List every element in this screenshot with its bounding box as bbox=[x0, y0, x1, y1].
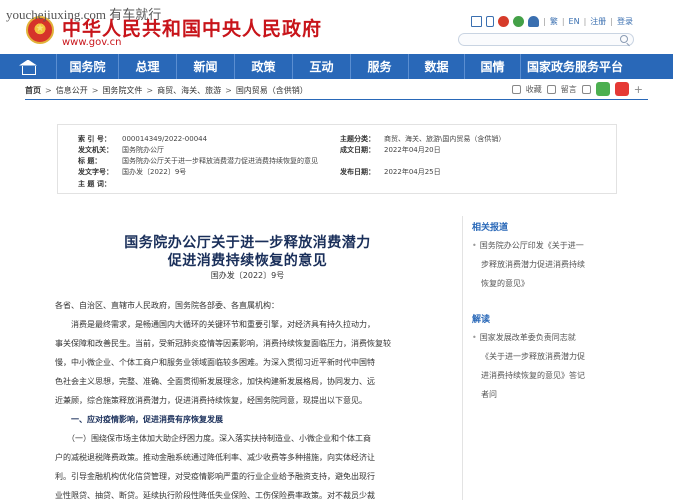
article-title-line-2: 促进消费持续恢复的意见 bbox=[167, 253, 328, 269]
article-line: 近兼顾，综合施策释放消费潜力，促进消费持续恢复，经国务院同意，现提出以下意见。 bbox=[55, 396, 367, 405]
article-docno: 国办发〔2022〕9号 bbox=[210, 271, 285, 280]
search-icon[interactable] bbox=[620, 35, 628, 43]
nav-item-policy[interactable]: 政策 bbox=[234, 54, 292, 79]
print-button[interactable]: 留言 bbox=[561, 84, 577, 95]
related-link[interactable]: • 国务院办公厅印发《关于进一 步释放消费潜力促进消费持续 恢复的意见》 bbox=[472, 236, 642, 293]
article-line: 事关保障和改善民生。当前，受新冠肺炎疫情等因素影响，消费持续恢复面临压力，消费恢… bbox=[55, 339, 391, 348]
title-value: 国务院办公厅关于进一步释放消费潜力促进消费持续恢复的意见 bbox=[122, 156, 318, 165]
docnum-value: 国办发〔2022〕9号 bbox=[122, 167, 187, 176]
interpret-link[interactable]: • 国家发展改革委负责同志就 《关于进一步释放消费潜力促 进消费持续恢复的意见》答… bbox=[472, 328, 642, 404]
sidebar-divider bbox=[462, 216, 463, 500]
related-heading: 相关报道 bbox=[472, 223, 509, 233]
article-line: 户的减税退税降费政策。推动金融系统通过降低利率、减少收费等多种措施，向实体经济让 bbox=[55, 453, 375, 462]
subject-value: 商贸、海关、旅游\国内贸易（含供销） bbox=[384, 134, 506, 143]
subject-label: 主题分类： bbox=[340, 134, 375, 143]
breadcrumb: 首页 > 信息公开 > 国务院文件 > 商贸、海关、旅游 > 国内贸易（含供销） bbox=[25, 85, 308, 96]
index-no-value: 000014349/2022-00044 bbox=[122, 134, 208, 143]
user-icon[interactable] bbox=[528, 16, 540, 27]
top-links: | 繁 | EN | 注册 | 登录 bbox=[471, 16, 633, 27]
breadcrumb-info-public[interactable]: 信息公开 bbox=[56, 85, 88, 96]
mobile-icon[interactable] bbox=[486, 16, 495, 27]
search-input[interactable] bbox=[458, 33, 634, 46]
issuer-value: 国务院办公厅 bbox=[122, 145, 164, 154]
article-line: 色社会主义思想，完整、准确、全面贯彻新发展理念，加快构建新发展格局，协同发力、远 bbox=[55, 377, 375, 386]
register-link[interactable]: 注册 bbox=[590, 16, 606, 27]
created-value: 2022年04月20日 bbox=[384, 145, 441, 154]
site-url: www.gov.cn bbox=[62, 37, 122, 48]
section-heading: 一、应对疫情影响，促进消费有序恢复发展 bbox=[55, 415, 223, 424]
article-title-line-1: 国务院办公厅关于进一步释放消费潜力 bbox=[124, 235, 371, 251]
nav-item-premier[interactable]: 总理 bbox=[118, 54, 176, 79]
published-value: 2022年04月25日 bbox=[384, 167, 441, 176]
index-no-label: 索 引 号： bbox=[78, 134, 111, 143]
main-nav: 国务院 总理 新闻 政策 互动 服务 数据 国情 国家政务服务平台 bbox=[0, 54, 673, 79]
nav-item-national-info[interactable]: 国情 bbox=[464, 54, 520, 79]
favorite-button[interactable]: 收藏 bbox=[526, 84, 542, 95]
title-label: 标 题： bbox=[78, 156, 102, 165]
more-share-icon[interactable]: + bbox=[634, 83, 643, 96]
article-line: 利。引导金融机构优化信贷管理，对受疫情影响严重的行业企业给予融资支持，避免出现行 bbox=[55, 472, 375, 481]
nav-item-data[interactable]: 数据 bbox=[408, 54, 464, 79]
home-icon bbox=[19, 60, 37, 75]
docnum-label: 发文字号： bbox=[78, 167, 113, 176]
article-line: （一）围绕保市场主体加大助企纾困力度。深入落实扶持制造业、小微企业和个体工商 bbox=[55, 434, 371, 443]
share-icon[interactable] bbox=[581, 84, 591, 94]
nav-item-state-council[interactable]: 国务院 bbox=[56, 54, 118, 79]
wechat-icon[interactable] bbox=[513, 16, 525, 27]
weibo-share-icon[interactable] bbox=[614, 82, 629, 96]
breadcrumb-trade[interactable]: 商贸、海关、旅游 bbox=[157, 85, 221, 96]
english-link[interactable]: EN bbox=[569, 17, 580, 26]
page-tools: 收藏 留言 + bbox=[511, 82, 643, 96]
mail-icon[interactable] bbox=[471, 16, 483, 27]
breadcrumb-domestic-trade[interactable]: 国内贸易（含供销） bbox=[236, 85, 308, 96]
article-line: 消费是最终需求，是畅通国内大循环的关键环节和重要引擎，对经济具有持久拉动力， bbox=[55, 320, 375, 329]
traditional-chinese-link[interactable]: 繁 bbox=[550, 16, 558, 27]
login-link[interactable]: 登录 bbox=[617, 16, 633, 27]
wechat-share-icon[interactable] bbox=[595, 82, 610, 96]
article-body: 各省、自治区、直辖市人民政府，国务院各部委、各直属机构： 消费是最终需求，是畅通… bbox=[55, 296, 445, 500]
bullet-icon: • bbox=[472, 333, 477, 342]
nav-home[interactable] bbox=[0, 54, 56, 79]
article-line: 业性限贷、抽贷、断贷。延续执行阶段性降低失业保险、工伤保险费率政策。对不裁员少裁 bbox=[55, 491, 375, 500]
breadcrumb-home[interactable]: 首页 bbox=[25, 85, 41, 96]
nav-item-interaction[interactable]: 互动 bbox=[292, 54, 350, 79]
weibo-icon[interactable] bbox=[498, 16, 510, 27]
nav-item-service[interactable]: 服务 bbox=[350, 54, 408, 79]
created-label: 成文日期： bbox=[340, 145, 375, 154]
bullet-icon: • bbox=[472, 241, 477, 250]
breadcrumb-state-docs[interactable]: 国务院文件 bbox=[102, 85, 142, 96]
breadcrumb-divider bbox=[25, 99, 648, 100]
article-line: 各省、自治区、直辖市人民政府，国务院各部委、各直属机构： bbox=[55, 301, 279, 310]
nav-item-service-platform[interactable]: 国家政务服务平台 bbox=[520, 54, 629, 79]
interpret-heading: 解读 bbox=[472, 315, 491, 325]
article-line: 慢，中小微企业、个体工商户和服务业领域面临较多困难。为深入贯彻习近平新时代中国特 bbox=[55, 358, 375, 367]
watermark-text: youchejiuxing.com 有车就行 bbox=[6, 7, 162, 22]
print-icon[interactable] bbox=[546, 84, 556, 94]
keywords-label: 主 题 词： bbox=[78, 179, 111, 188]
document-info-table: 索 引 号： 000014349/2022-00044 发文机关： 国务院办公厅 标… bbox=[57, 124, 617, 194]
published-label: 发布日期： bbox=[340, 167, 375, 176]
favorite-icon[interactable] bbox=[511, 84, 521, 94]
issuer-label: 发文机关： bbox=[78, 145, 113, 154]
nav-item-news[interactable]: 新闻 bbox=[176, 54, 234, 79]
